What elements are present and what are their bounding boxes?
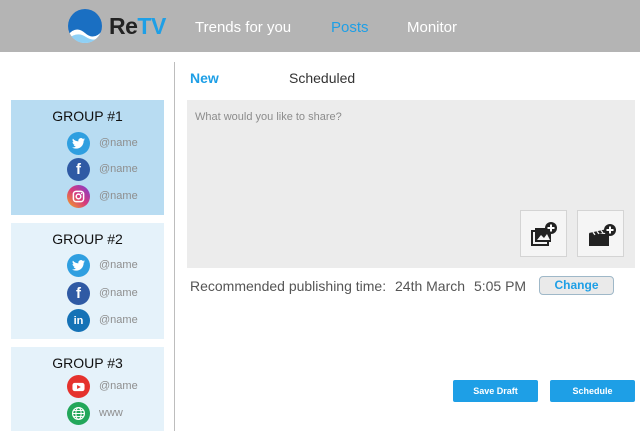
schedule-button[interactable]: Schedule xyxy=(550,380,635,402)
recommended-time-value: 5:05 PM xyxy=(473,278,527,294)
twitter-icon xyxy=(67,254,90,277)
account-handle: @name xyxy=(99,137,138,149)
logo-text: ReTV xyxy=(109,13,166,40)
app-logo[interactable]: ReTV xyxy=(68,9,168,43)
linkedin-icon: in xyxy=(67,309,90,332)
save-draft-button[interactable]: Save Draft xyxy=(453,380,538,402)
twitter-icon xyxy=(67,132,90,155)
account-group-1[interactable]: GROUP #1 @name f @name @name xyxy=(11,100,164,215)
nav-trends-for-you[interactable]: Trends for you xyxy=(195,19,291,36)
account-group-2[interactable]: GROUP #2 @name f @name in @name xyxy=(11,223,164,339)
top-navigation-bar: ReTV Trends for you Posts Monitor xyxy=(0,0,640,52)
youtube-icon xyxy=(67,375,90,398)
logo-text-accent: TV xyxy=(137,13,166,39)
account-handle: @name xyxy=(99,190,138,202)
facebook-icon: f xyxy=(67,158,90,181)
logo-text-main: Re xyxy=(109,13,138,39)
account-handle: @name xyxy=(99,287,138,299)
nav-posts[interactable]: Posts xyxy=(331,19,369,36)
instagram-icon xyxy=(67,185,90,208)
facebook-icon: f xyxy=(67,282,90,305)
change-time-button[interactable]: Change xyxy=(539,276,614,295)
group-title: GROUP #2 xyxy=(52,231,123,247)
account-handle: @name xyxy=(99,163,138,175)
group-title: GROUP #1 xyxy=(52,108,123,124)
add-video-button[interactable] xyxy=(577,210,624,257)
account-handle: @name xyxy=(99,259,138,271)
logo-wave-icon xyxy=(68,9,102,43)
tab-scheduled[interactable]: Scheduled xyxy=(289,70,355,86)
account-handle: @name xyxy=(99,314,138,326)
recommended-time-label: Recommended publishing time: xyxy=(190,278,387,294)
add-image-icon xyxy=(531,222,557,246)
sidebar-divider xyxy=(174,62,175,431)
account-handle: @name xyxy=(99,380,138,392)
account-handle: www xyxy=(99,407,123,419)
recommended-date: 24th March xyxy=(395,278,466,294)
account-group-3[interactable]: GROUP #3 @name www xyxy=(11,347,164,431)
composer-placeholder: What would you like to share? xyxy=(195,111,342,123)
recommended-time: Recommended publishing time: 24th March … xyxy=(190,278,531,294)
nav-monitor[interactable]: Monitor xyxy=(407,19,457,36)
add-video-icon xyxy=(589,224,616,246)
group-title: GROUP #3 xyxy=(52,355,123,371)
tab-new[interactable]: New xyxy=(190,70,219,86)
post-composer[interactable]: What would you like to share? xyxy=(187,100,635,268)
add-image-button[interactable] xyxy=(520,210,567,257)
globe-icon xyxy=(67,402,90,425)
